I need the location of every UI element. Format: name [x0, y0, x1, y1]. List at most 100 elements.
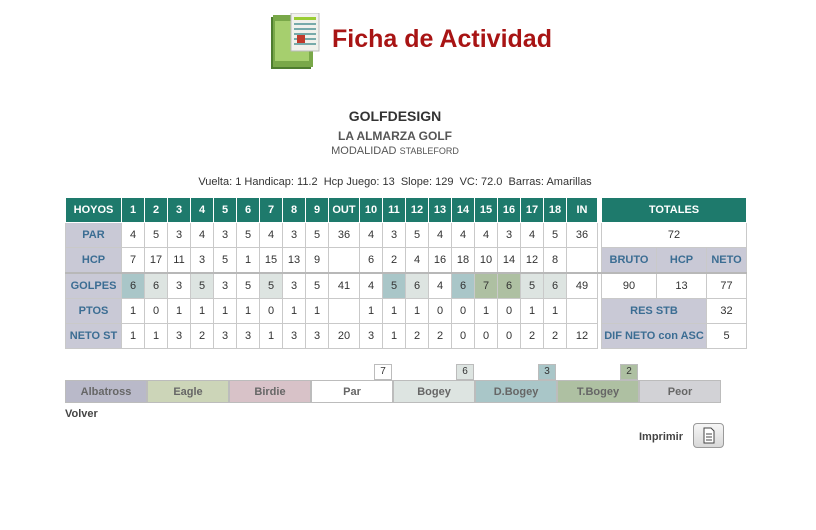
ptos-row: PTOS 1 0 1 1 1 1 0 1 1 1 1 1 0 0 1 0 1 1 RES STB 32	[65, 298, 747, 324]
handicap-label: Handicap:	[244, 176, 294, 188]
hole-header: 6	[236, 197, 260, 223]
par-cell: 4	[474, 222, 498, 248]
par-cell: 4	[190, 222, 214, 248]
round-stats: Vuelta: 1 Handicap: 11.2 Hcp Juego: 13 S…	[0, 176, 790, 188]
ptos-cell: 1	[543, 298, 567, 324]
neto-cell: 2	[543, 323, 567, 349]
hcp-cell: 1	[236, 247, 260, 273]
par-cell: 4	[451, 222, 475, 248]
score-legend: Albatross Eagle Birdie Par 7 Bogey 6 D.Bogey 3 T.…	[65, 364, 721, 403]
neto-cell: 2	[405, 323, 429, 349]
golpes-cell: 3	[167, 271, 191, 299]
neto-cell: 3	[282, 323, 306, 349]
ptos-cell: 0	[428, 298, 452, 324]
neto-cell: 3	[213, 323, 237, 349]
legend-par: Par 7	[311, 364, 393, 403]
vuelta-value: 1	[235, 176, 242, 188]
neto-cell: 1	[121, 323, 145, 349]
hcp-cell: 2	[382, 247, 406, 273]
ptos-cell: 0	[451, 298, 475, 324]
par-cell: 4	[259, 222, 283, 248]
barras-value: Amarillas	[546, 176, 592, 188]
golpes-cell: 6	[121, 271, 145, 299]
ptos-cell: 0	[497, 298, 521, 324]
neto-cell: 1	[144, 323, 168, 349]
ptos-cell: 0	[259, 298, 283, 324]
club-name: LA ALMARZA GOLF	[338, 129, 452, 143]
golpes-cell: 5	[305, 271, 329, 299]
page-header: Ficha de Actividad	[269, 13, 569, 73]
par-cell: 4	[520, 222, 544, 248]
ptos-cell: 0	[144, 298, 168, 324]
hole-header: 11	[382, 197, 406, 223]
par-cell: 36	[566, 222, 598, 248]
hole-header: 10	[359, 197, 383, 223]
golpes-row: GOLPES 6 6 3 5 3 5 5 3 5 41 4 5 6 4 6 7 6 5 6 49 90 13 77	[65, 271, 747, 299]
hole-header: 15	[474, 197, 498, 223]
hole-header: 18	[543, 197, 567, 223]
print-button[interactable]	[693, 423, 724, 448]
dif-neto-value: 5	[706, 323, 747, 349]
par-cell: 3	[382, 222, 406, 248]
legend-peor: Peor	[639, 380, 721, 403]
neto-cell: 3	[236, 323, 260, 349]
neto-cell: 12	[566, 323, 598, 349]
par-cell: 3	[497, 222, 521, 248]
hole-header: 4	[190, 197, 214, 223]
ptos-cell: 1	[121, 298, 145, 324]
hole-header: 14	[451, 197, 475, 223]
hcp-cell: 8	[543, 247, 567, 273]
neto-cell: 20	[328, 323, 360, 349]
ptos-cell: 1	[474, 298, 498, 324]
legend-t-bogey: T.Bogey 2	[557, 364, 639, 403]
ptos-cell	[566, 298, 598, 324]
hole-header: 12	[405, 197, 429, 223]
ptos-cell: 1	[359, 298, 383, 324]
golpes-cell: 5	[190, 271, 214, 299]
neto-cell: 0	[497, 323, 521, 349]
hcp-cell: 13	[282, 247, 306, 273]
res-stb-value: 32	[706, 298, 747, 324]
hcp-cell: 4	[405, 247, 429, 273]
modality-value: STABLEFORD	[399, 146, 459, 156]
par-cell: 5	[236, 222, 260, 248]
legend-label: Birdie	[254, 386, 286, 398]
golpes-label: GOLPES	[65, 271, 122, 299]
scorecard-header-row: HOYOS 1 2 3 4 5 6 7 8 9 OUT 10 11 12 13 14 15 16 17 18 IN TOT…	[65, 197, 747, 223]
par-cell: 3	[167, 222, 191, 248]
ptos-cell: 1	[282, 298, 306, 324]
neto-cell: 0	[474, 323, 498, 349]
golpes-cell: 6	[144, 271, 168, 299]
hcp-cell: 10	[474, 247, 498, 273]
holes-header: HOYOS	[65, 197, 122, 223]
legend-count: 3	[538, 364, 556, 380]
imprimir-label[interactable]: Imprimir	[639, 431, 683, 443]
hole-header: 16	[497, 197, 521, 223]
res-stb-label: RES STB	[601, 298, 707, 324]
hcp-juego-label: Hcp Juego:	[323, 176, 380, 188]
vc-label: VC:	[459, 176, 478, 188]
neto-cell: 3	[359, 323, 383, 349]
slope-label: Slope:	[400, 176, 433, 188]
legend-count: 7	[374, 364, 392, 380]
hcp-cell: 18	[451, 247, 475, 273]
legend-label: Albatross	[80, 386, 132, 398]
hcp-cell: 14	[497, 247, 521, 273]
golpes-cell: 4	[428, 271, 452, 299]
ptos-cell: 1	[213, 298, 237, 324]
legend-label: T.Bogey	[576, 386, 620, 398]
hcp-cell	[566, 247, 598, 273]
golpes-cell: 5	[259, 271, 283, 299]
legend-label: Peor	[667, 386, 693, 398]
ptos-label: PTOS	[65, 298, 122, 324]
par-cell: 3	[282, 222, 306, 248]
golpes-cell: 5	[236, 271, 260, 299]
ptos-cell: 1	[236, 298, 260, 324]
par-cell: 4	[121, 222, 145, 248]
scorecard-table: HOYOS 1 2 3 4 5 6 7 8 9 OUT 10 11 12 13 14 15 16 17 18 IN TOT…	[65, 197, 747, 349]
volver-link[interactable]: Volver	[65, 408, 98, 420]
golpes-cell: 6	[405, 271, 429, 299]
neto-cell: 2	[190, 323, 214, 349]
neto-value: 77	[706, 271, 747, 299]
hcp-juego-value: 13	[382, 176, 395, 188]
